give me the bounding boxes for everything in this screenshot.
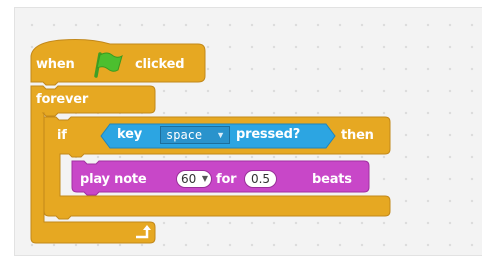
- note-input[interactable]: 60 ▼: [176, 170, 212, 188]
- loop-arrow-icon: [134, 224, 152, 245]
- pressed-label: pressed?: [236, 127, 301, 142]
- green-flag-icon[interactable]: [90, 50, 124, 85]
- when-label: when: [36, 57, 75, 72]
- dropdown-arrow-icon: ▼: [216, 130, 225, 140]
- key-dropdown[interactable]: space ▼: [160, 126, 230, 144]
- play-note-label: play note: [80, 172, 147, 187]
- beats-label: beats: [312, 172, 352, 187]
- if-label: if: [57, 128, 67, 143]
- key-label: key: [117, 127, 142, 142]
- then-label: then: [341, 128, 374, 143]
- note-dropdown-arrow-icon: ▼: [201, 174, 208, 183]
- key-dropdown-value: space: [166, 128, 203, 142]
- for-label: for: [216, 172, 237, 187]
- beats-input[interactable]: 0.5: [244, 170, 277, 188]
- note-value: 60: [181, 172, 197, 186]
- forever-label: forever: [36, 92, 89, 107]
- beats-value: 0.5: [250, 172, 271, 186]
- clicked-label: clicked: [135, 57, 185, 72]
